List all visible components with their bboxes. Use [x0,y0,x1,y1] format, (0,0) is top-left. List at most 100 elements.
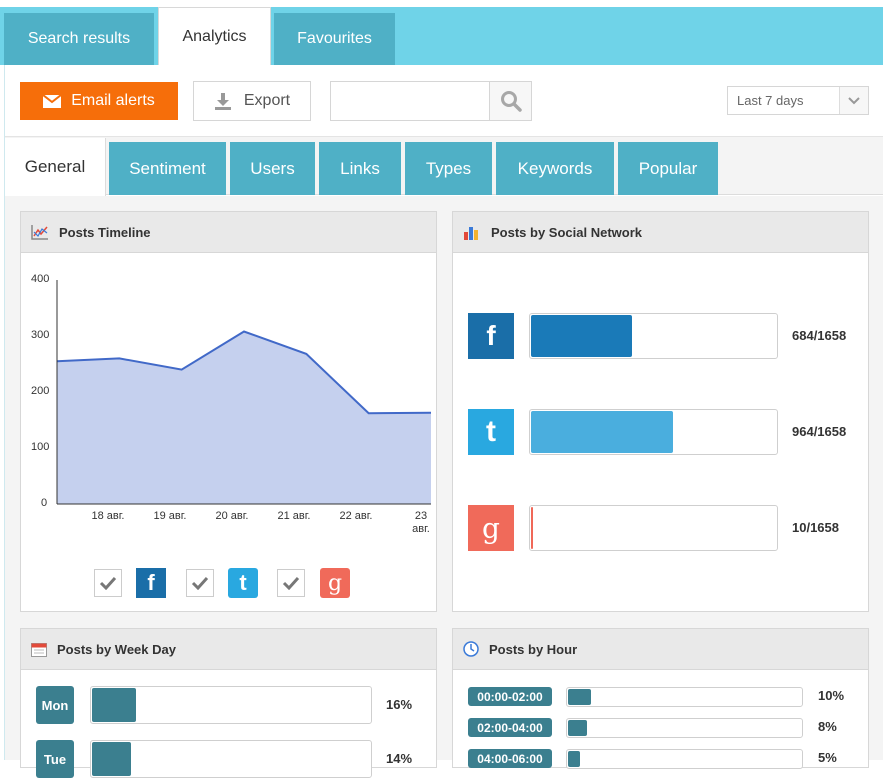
timeline-panel: Posts Timeline 400 300 200 100 0 18 авг.… [20,211,437,612]
weekday-title: Posts by Week Day [57,641,176,657]
top-strip [0,0,883,7]
hour-panel-header: Posts by Hour [453,629,868,670]
hour-percent: 10% [818,688,845,703]
weekday-bar-fill [92,742,131,776]
email-alerts-button[interactable]: Email alerts [20,82,178,120]
weekday-bar [90,740,372,778]
hour-bar [566,718,803,738]
twitter-icon: t [468,409,514,455]
weekday-percent: 14% [386,751,413,766]
twitter-icon: t [228,568,258,598]
twitter-glyph: t [239,570,247,595]
x-tick-18: 18 авг. [91,510,125,522]
search-input[interactable] [330,81,490,121]
social-panel-header: Posts by Social Network [453,212,868,253]
x-tick-20: 20 авг. [215,510,249,522]
legend-google-checkbox[interactable] [277,569,305,597]
timeline-title: Posts Timeline [59,224,151,240]
facebook-bar [529,313,778,359]
calendar-icon [31,642,47,657]
envelope-icon [43,94,62,108]
hour-range-label: 00:00-02:00 [468,687,552,706]
hour-bar [566,687,803,707]
facebook-count: 684/1658 [792,328,847,343]
date-range-value: Last 7 days [737,93,804,108]
hour-range-label: 04:00-06:00 [468,749,552,768]
y-tick-200: 200 [31,385,50,397]
hour-range-label: 02:00-04:00 [468,718,552,737]
tab-analytics[interactable]: Analytics [158,7,271,66]
checkmark-icon [282,576,300,590]
weekday-percent: 16% [386,697,413,712]
hour-bar [566,749,803,769]
chevron-down-icon [848,96,860,104]
weekday-panel: Posts by Week Day Mon 16% Tue 14% [20,628,437,778]
google-bar [529,505,778,551]
weekday-bar-fill [92,688,136,722]
email-alerts-label: Email alerts [71,92,155,109]
hour-percent: 8% [818,719,837,734]
y-tick-0: 0 [41,497,48,509]
hour-bar-fill [568,720,587,736]
weekday-label: Mon [36,686,74,724]
download-icon [214,93,231,110]
export-label: Export [243,92,291,109]
y-tick-300: 300 [31,329,50,341]
tab-keywords[interactable]: Keywords [496,142,614,195]
weekday-label: Tue [36,740,74,778]
facebook-icon: f [136,568,166,598]
google-glyph: g [482,511,500,545]
twitter-bar-fill [531,411,673,453]
social-title: Posts by Social Network [491,224,642,240]
legend-twitter-checkbox[interactable] [186,569,214,597]
date-range-select[interactable]: Last 7 days [727,86,869,115]
facebook-glyph: f [147,570,155,595]
timeline-area [57,331,431,504]
tab-popular[interactable]: Popular [618,142,718,195]
hour-panel: Posts by Hour 00:00-02:00 10% 02:00-04:0… [452,628,869,769]
checkmark-icon [191,576,209,590]
tab-links[interactable]: Links [319,142,401,195]
x-tick-22: 22 авг. [339,510,373,522]
y-tick-400: 400 [31,273,50,285]
twitter-count: 964/1658 [792,424,847,439]
bar-chart-icon [464,227,478,240]
twitter-bar [529,409,778,455]
tab-general[interactable]: General [5,138,106,196]
google-icon: g [320,568,350,598]
weekday-bar [90,686,372,724]
weekday-panel-header: Posts by Week Day [21,629,436,670]
x-tick-23: 23 авг. [412,510,430,535]
legend-facebook-checkbox[interactable] [94,569,122,597]
hour-bar-fill [568,689,591,705]
timeline-chart [56,280,432,505]
line-chart-icon [31,225,48,240]
y-tick-100: 100 [31,441,50,453]
tab-sentiment[interactable]: Sentiment [109,142,226,195]
checkmark-icon [99,576,117,590]
facebook-glyph: f [486,320,496,351]
social-network-panel: Posts by Social Network f 684/1658 t 964… [452,211,869,612]
export-button[interactable]: Export [193,81,311,121]
google-bar-fill [531,507,533,549]
timeline-panel-header: Posts Timeline [21,212,436,253]
google-icon: g [468,505,514,551]
hour-bar-fill [568,751,580,767]
x-tick-21: 21 авг. [277,510,311,522]
facebook-icon: f [468,313,514,359]
hour-title: Posts by Hour [489,641,578,657]
date-range-arrow[interactable] [839,87,868,114]
facebook-bar-fill [531,315,632,357]
tab-types[interactable]: Types [405,142,492,195]
tab-users[interactable]: Users [230,142,315,195]
google-count: 10/1658 [792,520,839,535]
hour-percent: 5% [818,750,837,765]
twitter-glyph: t [486,415,496,448]
tab-search-results[interactable]: Search results [4,13,154,65]
tab-favourites[interactable]: Favourites [274,13,395,65]
search-button[interactable] [490,81,532,121]
search-icon [500,91,522,112]
clock-icon [463,641,479,657]
x-tick-19: 19 авг. [153,510,187,522]
google-glyph: g [327,570,343,596]
